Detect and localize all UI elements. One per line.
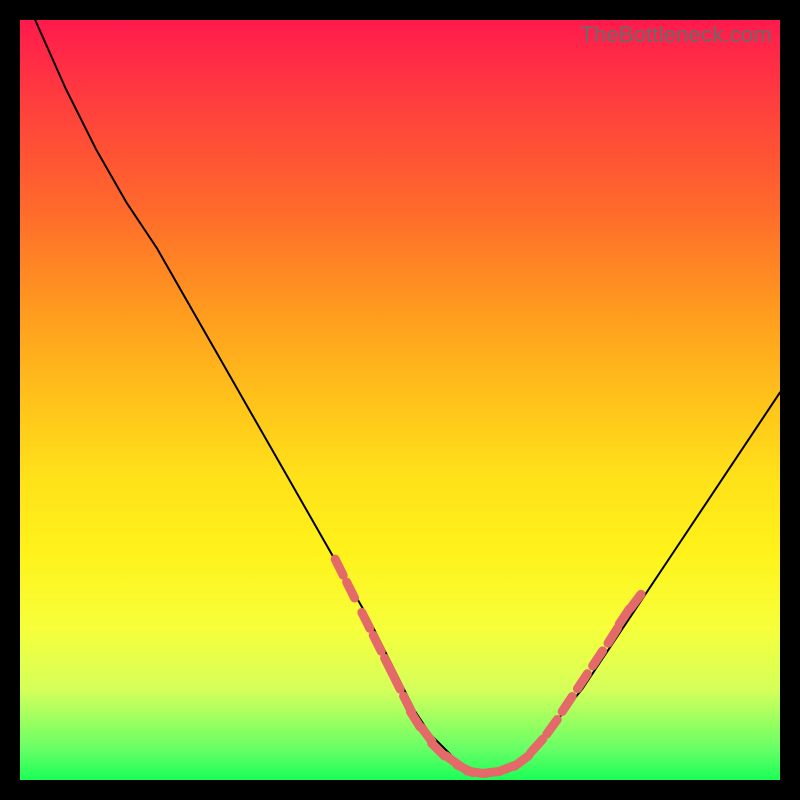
highlight-dash xyxy=(335,559,343,575)
chart-plot-area: TheBottleneck.com xyxy=(20,20,780,780)
chart-frame: TheBottleneck.com xyxy=(0,0,800,800)
highlight-dash xyxy=(562,697,572,712)
highlight-dash xyxy=(608,628,618,643)
chart-svg xyxy=(20,20,780,780)
highlight-dash xyxy=(373,635,381,651)
highlight-dash xyxy=(362,612,370,628)
highlight-dash xyxy=(593,651,603,666)
highlight-dash xyxy=(577,674,587,689)
highlight-dash xyxy=(514,756,528,767)
highlight-dash xyxy=(531,739,543,752)
highlight-dash xyxy=(630,594,641,608)
highlight-dash xyxy=(547,720,558,735)
curve-line xyxy=(35,20,780,772)
highlight-dash xyxy=(392,673,400,689)
highlight-dash xyxy=(347,582,355,598)
